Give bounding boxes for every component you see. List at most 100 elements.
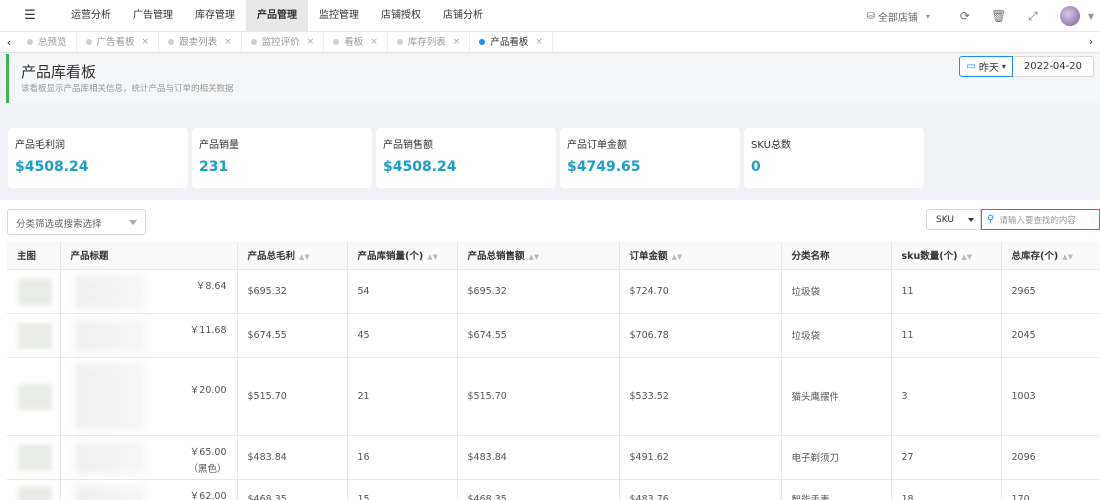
close-icon[interactable]: × <box>535 32 543 53</box>
close-icon[interactable]: × <box>142 32 150 53</box>
cell-sku: 11 <box>891 313 1002 358</box>
cell-profit: $515.70 <box>237 357 348 436</box>
table-row[interactable]: ￥20.00 $515.70 21 $515.70 $533.52 猫头鹰摆件 3 1003 <box>7 357 1100 436</box>
sort-icon[interactable]: ▲▼ <box>427 253 438 261</box>
nav-item[interactable]: 店铺授权 <box>370 0 432 32</box>
sort-icon[interactable]: ▲▼ <box>672 253 683 261</box>
nav-item[interactable]: 产品管理 <box>246 0 308 32</box>
sort-icon[interactable]: ▲▼ <box>961 253 972 261</box>
product-title-blurred[interactable] <box>74 319 145 352</box>
column-header-label: 分类名称 <box>791 251 830 263</box>
sort-icon[interactable]: ▲▼ <box>1062 253 1073 261</box>
search-type-select[interactable]: SKU <box>926 209 981 230</box>
tab[interactable]: 监控评价 × <box>242 31 325 53</box>
product-thumbnail[interactable] <box>18 278 52 305</box>
refresh-icon[interactable]: ⟳ <box>948 9 982 23</box>
tab[interactable]: 总预览 <box>18 31 77 53</box>
column-header[interactable]: 产品总毛利 ▲▼ <box>237 242 348 270</box>
product-variant: （黑色） <box>188 463 227 475</box>
tab[interactable]: 产品看板 × <box>470 31 553 53</box>
category-filter-placeholder: 分类筛选或搜索选择 <box>16 219 102 230</box>
tab-status-dot <box>333 39 340 45</box>
cell-profit: $483.84 <box>237 435 348 480</box>
cell-sku: 3 <box>891 357 1002 436</box>
nav-item[interactable]: 库存管理 <box>184 0 246 32</box>
tab-scroll-left-icon[interactable]: ‹ <box>0 36 18 49</box>
cell-profit: $674.55 <box>237 313 348 358</box>
cell-category: 猫头鹰摆件 <box>781 357 892 436</box>
close-icon[interactable]: × <box>224 32 232 53</box>
trash-icon[interactable]: 🗑 <box>982 9 1016 23</box>
column-header[interactable]: 总库存(个) ▲▼ <box>1001 242 1100 270</box>
cell-profit: $695.32 <box>237 269 348 314</box>
user-menu-chevron-icon[interactable]: ▼ <box>1088 12 1094 21</box>
cell-order: $706.78 <box>619 313 782 358</box>
avatar[interactable] <box>1059 6 1080 26</box>
sort-icon[interactable]: ▲▼ <box>299 253 310 261</box>
tab[interactable]: 库存列表 × <box>388 31 471 53</box>
nav-item[interactable]: 广告管理 <box>122 0 184 32</box>
metric-value: $4508.24 <box>15 159 89 175</box>
tab-status-dot <box>479 39 486 45</box>
store-selector[interactable]: ⛁ 全部店铺 ▾ <box>866 9 929 24</box>
cell-profit: $468.35 <box>237 479 348 500</box>
metric-card: 产品销量 231 <box>192 128 372 188</box>
product-price: ￥20.00 <box>189 384 227 396</box>
product-image-cell <box>7 357 61 436</box>
table-row[interactable]: ￥11.68 $674.55 45 $674.55 $706.78 垃圾袋 11 2045 <box>7 313 1100 358</box>
tab[interactable]: 广告看板 × <box>77 31 160 53</box>
cell-category: 智能手表 <box>781 479 892 500</box>
chevron-down-icon: ▾ <box>925 11 930 21</box>
date-picker: ▭ 昨天 ▾ 2022-04-20 <box>959 56 1094 77</box>
product-title-blurred[interactable] <box>74 363 145 430</box>
product-image-cell <box>7 313 61 358</box>
table-row[interactable]: ￥65.00 （黑色） $483.84 16 $483.84 $491.62 电子剃须刀 27… <box>7 435 1100 480</box>
product-title-blurred[interactable] <box>74 441 145 474</box>
product-title-cell: ￥11.68 <box>60 313 238 358</box>
close-icon[interactable]: × <box>453 32 461 53</box>
column-header-label: 产品库销量(个) <box>357 251 424 263</box>
table-row[interactable]: ￥62.00$468.3515$468.35$483.76智能手表18170 <box>7 479 1100 500</box>
column-header[interactable]: sku数量(个) ▲▼ <box>891 242 1002 270</box>
tab-scroll-right-icon[interactable]: › <box>1082 35 1100 48</box>
column-header-label: 订单金额 <box>629 251 668 263</box>
product-thumbnail[interactable] <box>18 383 52 410</box>
date-value-field[interactable]: 2022-04-20 <box>1012 56 1094 77</box>
tab[interactable]: 跟卖列表 × <box>159 31 242 53</box>
nav-item[interactable]: 运营分析 <box>60 0 122 32</box>
column-header[interactable]: 产品库销量(个) ▲▼ <box>347 242 458 270</box>
page-header: 产品库看板 该看板显示产品库相关信息，统计产品与订单的相关数据 ▭ 昨天 ▾ 2… <box>6 54 1100 103</box>
product-thumbnail[interactable] <box>18 322 52 349</box>
sort-icon[interactable]: ▲▼ <box>529 253 540 261</box>
search-input[interactable]: ⚲ 请输入要查找的内容 <box>981 209 1100 230</box>
column-header-label: 产品总毛利 <box>247 251 296 263</box>
product-thumbnail[interactable] <box>18 444 52 471</box>
column-header[interactable]: 产品总销售额 ▲▼ <box>457 242 620 270</box>
product-thumbnail[interactable] <box>18 486 52 500</box>
column-header: 主图 <box>7 242 61 270</box>
nav-item[interactable]: 店铺分析 <box>432 0 494 32</box>
fullscreen-icon[interactable]: ⤢ <box>1016 9 1050 24</box>
cell-stock: 2096 <box>1001 435 1100 480</box>
column-header[interactable]: 订单金额 ▲▼ <box>619 242 782 270</box>
date-range-dropdown[interactable]: ▭ 昨天 ▾ <box>959 56 1013 77</box>
metric-value: $4749.65 <box>567 159 641 175</box>
close-icon[interactable]: × <box>370 32 378 53</box>
cell-revenue: $674.55 <box>457 313 620 358</box>
cell-stock: 170 <box>1001 479 1100 500</box>
page-description: 该看板显示产品库相关信息，统计产品与订单的相关数据 <box>21 84 234 94</box>
product-image-cell <box>7 435 61 480</box>
nav-item[interactable]: 监控管理 <box>308 0 370 32</box>
tab-status-dot <box>250 39 257 45</box>
menu-toggle-icon[interactable]: ☰ <box>0 0 60 32</box>
product-title-blurred[interactable] <box>74 485 145 500</box>
table-row[interactable]: ￥8.64 $695.32 54 $695.32 $724.70 垃圾袋 11 2965 <box>7 269 1100 314</box>
product-price: ￥11.68 <box>189 324 227 336</box>
product-title-blurred[interactable] <box>74 275 145 308</box>
product-image-cell <box>7 479 61 500</box>
top-navbar: ☰ 运营分析 广告管理 库存管理 产品管理 监控管理 店铺授权 店铺分析 ⛁ 全部店铺 ▾ … <box>0 0 1100 32</box>
tab[interactable]: 看板 × <box>324 31 388 53</box>
close-icon[interactable]: × <box>307 32 315 53</box>
metric-value: 231 <box>199 159 229 175</box>
category-filter-select[interactable]: 分类筛选或搜索选择 <box>7 209 146 235</box>
